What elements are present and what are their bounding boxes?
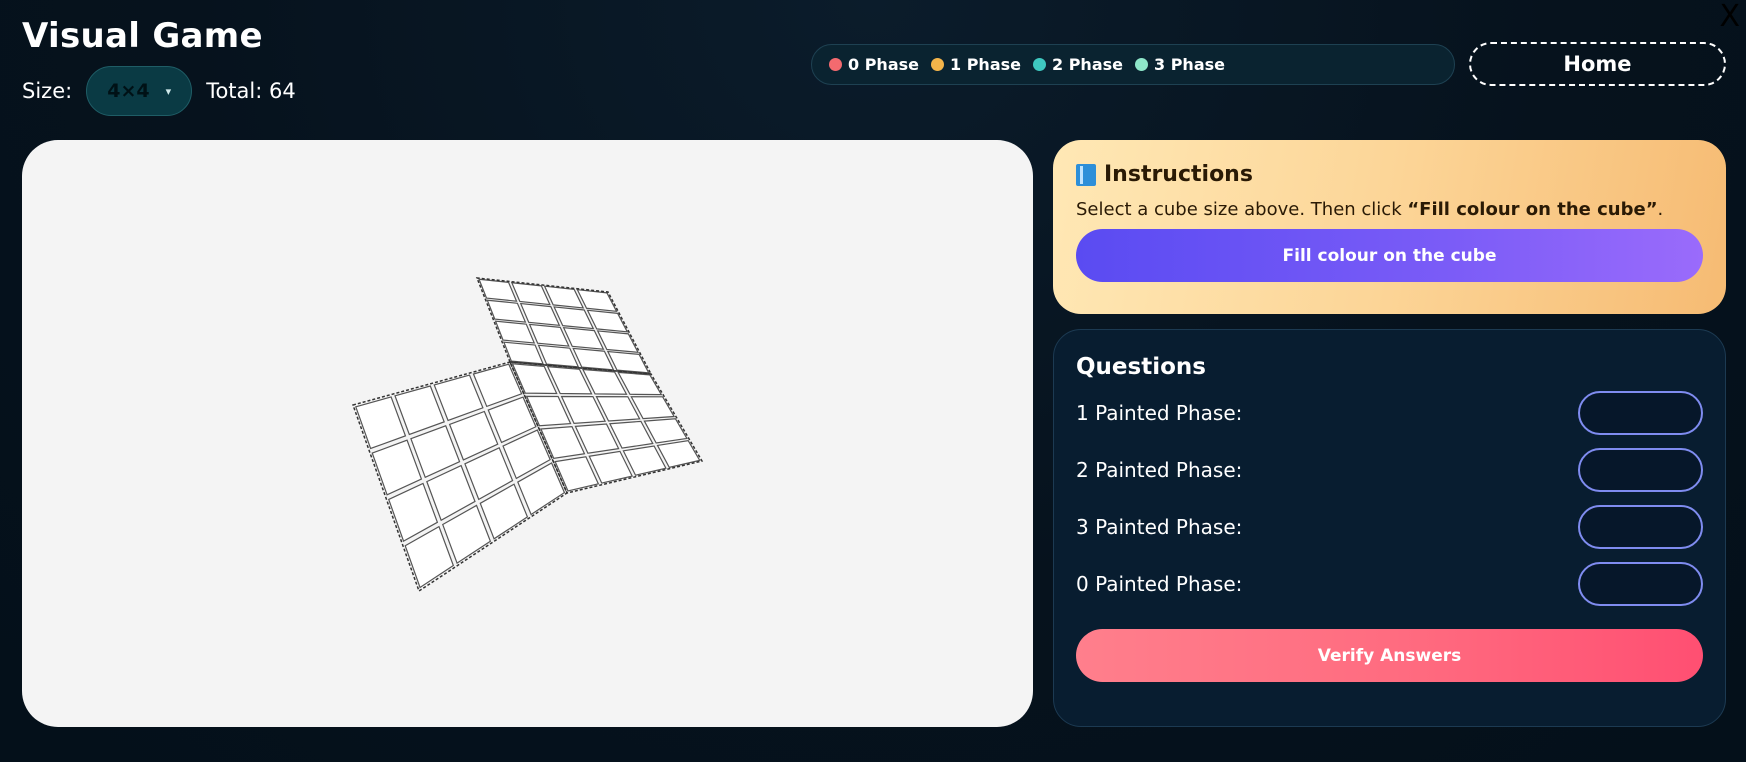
home-button[interactable]: Home (1469, 42, 1726, 86)
instructions-text-prefix: Select a cube size above. Then click (1076, 199, 1408, 220)
size-selected-value: 4×4 (107, 80, 150, 102)
chevron-down-icon: ▾ (165, 84, 172, 98)
instructions-text-bold: “Fill colour on the cube” (1407, 199, 1658, 220)
question-label-0: 0 Painted Phase: (1076, 571, 1243, 596)
size-row: Size: 4×4 ▾ Total: 64 (22, 66, 296, 116)
verify-answers-button[interactable]: Verify Answers (1076, 629, 1703, 682)
question-row: 3 Painted Phase: (1076, 498, 1703, 555)
phase-legend: 0 Phase 1 Phase 2 Phase 3 Phase (811, 44, 1455, 85)
book-icon (1076, 163, 1096, 186)
total-count: Total: 64 (206, 79, 296, 103)
question-row: 1 Painted Phase: (1076, 384, 1703, 441)
instructions-title: Instructions (1104, 162, 1253, 187)
legend-dot-1 (931, 58, 944, 71)
question-label-3: 3 Painted Phase: (1076, 514, 1243, 539)
question-row: 0 Painted Phase: (1076, 555, 1703, 612)
cube-3d-view[interactable] (22, 140, 1033, 727)
legend-label-1: 1 Phase (950, 55, 1021, 74)
questions-title: Questions (1076, 354, 1206, 380)
cube-cell-top[interactable] (478, 278, 518, 302)
legend-item-3: 3 Phase (1135, 55, 1225, 74)
question-label-2: 2 Painted Phase: (1076, 457, 1243, 482)
size-select[interactable]: 4×4 ▾ (86, 66, 193, 116)
legend-item-0: 0 Phase (829, 55, 919, 74)
answer-input-1-painted[interactable] (1578, 390, 1703, 435)
instructions-text-suffix: . (1657, 199, 1664, 220)
close-icon[interactable]: X (1719, 2, 1740, 32)
legend-dot-0 (829, 58, 842, 71)
instructions-text: Select a cube size above. Then click “Fi… (1076, 199, 1703, 220)
answer-input-3-painted[interactable] (1578, 504, 1703, 549)
legend-dot-2 (1033, 58, 1046, 71)
instructions-header: Instructions (1076, 162, 1703, 187)
page-title: Visual Game (22, 16, 263, 56)
cube-cell-top[interactable] (537, 344, 580, 368)
legend-label-0: 0 Phase (848, 55, 919, 74)
legend-item-1: 1 Phase (931, 55, 1021, 74)
instructions-card: Instructions Select a cube size above. T… (1053, 140, 1726, 314)
cube-cell-top[interactable] (528, 323, 570, 347)
legend-label-2: 2 Phase (1052, 55, 1123, 74)
size-label: Size: (22, 79, 73, 103)
cube-model[interactable] (352, 277, 704, 593)
cube-cell-top[interactable] (494, 320, 536, 344)
question-row: 2 Painted Phase: (1076, 441, 1703, 498)
question-label-1: 1 Painted Phase: (1076, 400, 1243, 425)
answer-input-2-painted[interactable] (1578, 447, 1703, 492)
fill-colour-button[interactable]: Fill colour on the cube (1076, 229, 1703, 282)
legend-item-2: 2 Phase (1033, 55, 1123, 74)
legend-dot-3 (1135, 58, 1148, 71)
cube-canvas[interactable] (22, 140, 1033, 727)
legend-label-3: 3 Phase (1154, 55, 1225, 74)
answer-input-0-painted[interactable] (1578, 561, 1703, 606)
questions-card: Questions 1 Painted Phase: 2 Painted Pha… (1053, 329, 1726, 727)
